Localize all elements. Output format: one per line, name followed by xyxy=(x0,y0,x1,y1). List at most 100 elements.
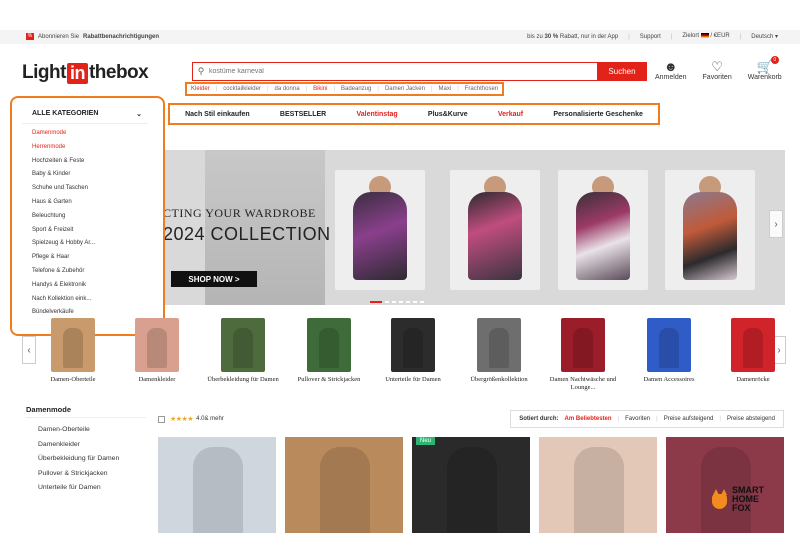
category-thumbnail[interactable]: Damen-Oberteile xyxy=(36,318,110,384)
account-button[interactable]: ☻ Anmelden xyxy=(655,59,687,82)
app-promo-bold: 30 % xyxy=(544,33,559,40)
sort-option-active[interactable]: Am Beliebtesten xyxy=(565,416,612,422)
sidebar-item[interactable]: Überbekleidung für Damen xyxy=(26,452,146,467)
percent-icon: % xyxy=(26,33,34,40)
subscribe-promo[interactable]: % Abonnieren Sie Rabattbenachrichtigunge… xyxy=(26,33,159,40)
hot-keyword-link[interactable]: Bikini xyxy=(313,86,327,92)
hot-keyword-link[interactable]: da donna xyxy=(275,86,300,92)
thumbnail-label: Damen Nachtwäsche und Lounge... xyxy=(549,376,617,391)
hot-keyword-link[interactable]: Kleider xyxy=(191,86,210,92)
site-logo[interactable]: Light in thebox xyxy=(22,62,149,84)
carousel-dot[interactable] xyxy=(385,301,389,303)
thumbnail-label: Damen Accessoires xyxy=(643,376,695,383)
carousel-dots[interactable] xyxy=(370,301,424,303)
product-card[interactable] xyxy=(666,437,784,533)
nav-item[interactable]: Personalisierte Geschenke xyxy=(553,111,643,118)
thumbnail-label: Damen-Oberteile xyxy=(50,376,96,383)
filter-bar: ★★★★ 4.0& mehr Sotiert durch: Am Beliebt… xyxy=(158,410,784,428)
product-card[interactable] xyxy=(158,437,276,533)
smart-home-fox-watermark: SMART HOME FOX xyxy=(712,486,764,513)
sort-option[interactable]: Preise absteigend xyxy=(727,416,775,422)
nav-item[interactable]: BESTSELLER xyxy=(280,111,326,118)
language-selector[interactable]: Deutsch ▾ xyxy=(751,33,778,40)
category-thumbnail[interactable]: Damenröcke xyxy=(716,318,790,384)
divider: | xyxy=(617,416,620,422)
sidebar-item[interactable]: Unterteile für Damen xyxy=(26,481,146,496)
category-thumbnail[interactable]: Pullover & Strickjacken xyxy=(292,318,366,384)
thumbs-prev-arrow[interactable]: ‹ xyxy=(22,336,36,364)
hero-product-image[interactable] xyxy=(450,170,540,290)
sidebar-item[interactable]: Damen-Oberteile xyxy=(26,423,146,438)
sidebar-heading[interactable]: Damenmode xyxy=(26,405,146,418)
divider: | xyxy=(719,416,721,422)
thumbnail-image xyxy=(307,318,351,372)
divider: | xyxy=(266,86,269,92)
divider: | xyxy=(215,86,218,92)
hot-keyword-link[interactable]: Maxi xyxy=(439,86,452,92)
rating-checkbox[interactable] xyxy=(158,415,165,423)
hero-product-image[interactable] xyxy=(335,170,425,290)
app-promo-post: Rabatt, nur in der App xyxy=(559,33,619,40)
support-link[interactable]: Support xyxy=(640,34,661,40)
sidebar-item[interactable]: Pullover & Strickjacken xyxy=(26,467,146,482)
product-image xyxy=(574,447,624,533)
carousel-dot[interactable] xyxy=(413,301,417,303)
thumbnail-image xyxy=(221,318,265,372)
hero-next-arrow[interactable]: › xyxy=(769,210,783,238)
fox-logo-icon xyxy=(712,488,728,511)
nav-item[interactable]: Valentinstag xyxy=(356,111,397,118)
divider: | xyxy=(305,86,308,92)
divider: | xyxy=(333,86,335,92)
destination-selector[interactable]: Zielort / €EUR xyxy=(682,33,730,40)
hot-keyword-link[interactable]: Badeanzug xyxy=(341,86,371,92)
logo-text-in: in xyxy=(66,62,88,84)
utility-bar: % Abonnieren Sie Rabattbenachrichtigunge… xyxy=(0,30,800,44)
carousel-dot[interactable] xyxy=(392,301,396,303)
sort-option[interactable]: Favoriten xyxy=(625,416,650,422)
sidebar-item[interactable]: Damenkleider xyxy=(26,438,146,453)
carousel-dot[interactable] xyxy=(399,301,403,303)
account-label: Anmelden xyxy=(655,74,687,81)
hot-keyword-link[interactable]: Damen Jacken xyxy=(385,86,425,92)
product-image xyxy=(193,447,243,533)
carousel-dot[interactable] xyxy=(406,301,410,303)
nav-item[interactable]: Plus&Kurve xyxy=(428,111,468,118)
search-button[interactable]: Suchen xyxy=(597,62,647,81)
category-thumbnail[interactable]: Überbekleidung für Damen xyxy=(206,318,280,384)
divider: | xyxy=(430,86,433,92)
app-promo[interactable]: bis zu 30 % Rabatt, nur in der App xyxy=(527,34,618,40)
watermark-line: FOX xyxy=(732,503,751,513)
user-icon: ☻ xyxy=(663,59,678,74)
hot-keyword-link[interactable]: Frachthosen xyxy=(465,86,498,92)
category-thumbnail[interactable]: Damen Nachtwäsche und Lounge... xyxy=(546,318,620,392)
hero-banner[interactable]: CTING YOUR WARDROBE 2024 COLLECTION SHOP… xyxy=(165,150,785,305)
thumbnail-image xyxy=(561,318,605,372)
product-image xyxy=(320,447,370,533)
sort-label: Sotiert durch: xyxy=(519,416,559,422)
sort-options: Sotiert durch: Am Beliebtesten | Favorit… xyxy=(510,410,784,428)
hero-product-image[interactable] xyxy=(558,170,648,290)
cart-button[interactable]: 🛒 0 Warenkorb xyxy=(748,56,782,81)
category-thumbnail[interactable]: Damenkleider xyxy=(120,318,194,384)
nav-item[interactable]: Verkauf xyxy=(498,111,523,118)
hero-product-image[interactable] xyxy=(665,170,755,290)
favorites-button[interactable]: ♡ Favoriten xyxy=(703,60,732,82)
product-card[interactable]: Neu xyxy=(412,437,530,533)
category-thumbnail[interactable]: Damen Accessoires xyxy=(632,318,706,384)
cart-icon: 🛒 0 xyxy=(757,56,779,74)
product-card[interactable] xyxy=(539,437,657,533)
product-card[interactable] xyxy=(285,437,403,533)
carousel-dot[interactable] xyxy=(420,301,424,303)
thumbnail-image xyxy=(731,318,775,372)
search-bar: ⚲ Suchen xyxy=(192,62,647,81)
search-input[interactable] xyxy=(209,63,597,80)
sort-option[interactable]: Preise aufsteigend xyxy=(664,416,714,422)
nav-item[interactable]: Nach Stil einkaufen xyxy=(185,111,250,118)
category-thumbnail[interactable]: Unterteile für Damen xyxy=(376,318,450,384)
rating-filter-label[interactable]: 4.0& mehr xyxy=(196,416,224,422)
thumbnail-label: Damenkleider xyxy=(138,376,176,383)
carousel-dot-active[interactable] xyxy=(370,301,382,303)
category-thumbnail[interactable]: Übergrößenkollektion xyxy=(462,318,536,384)
hot-keyword-link[interactable]: cocktailkleider xyxy=(223,86,261,92)
shop-now-button[interactable]: SHOP NOW > xyxy=(171,271,257,287)
